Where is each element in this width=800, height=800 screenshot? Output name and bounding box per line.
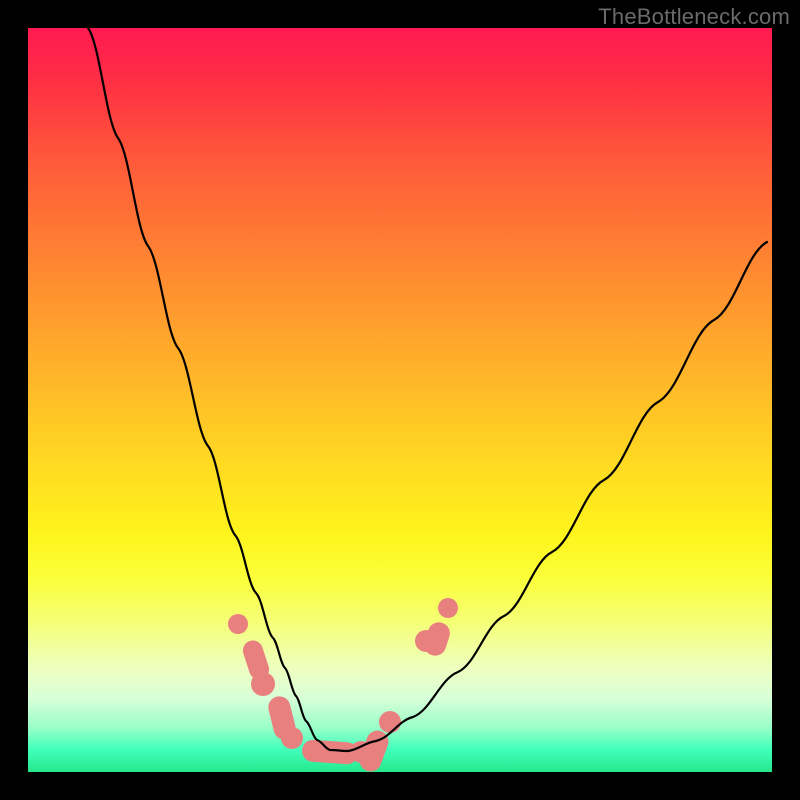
- watermark-text: TheBottleneck.com: [598, 4, 790, 30]
- data-marker-4: [281, 727, 303, 749]
- data-marker-11: [438, 598, 458, 618]
- chart-frame: TheBottleneck.com: [0, 0, 800, 800]
- chart-svg: [28, 28, 772, 772]
- data-marker-0: [228, 614, 248, 634]
- data-marker-10: [421, 619, 452, 658]
- data-marker-8: [379, 711, 401, 733]
- plot-area: [28, 28, 772, 772]
- data-marker-2: [251, 672, 275, 696]
